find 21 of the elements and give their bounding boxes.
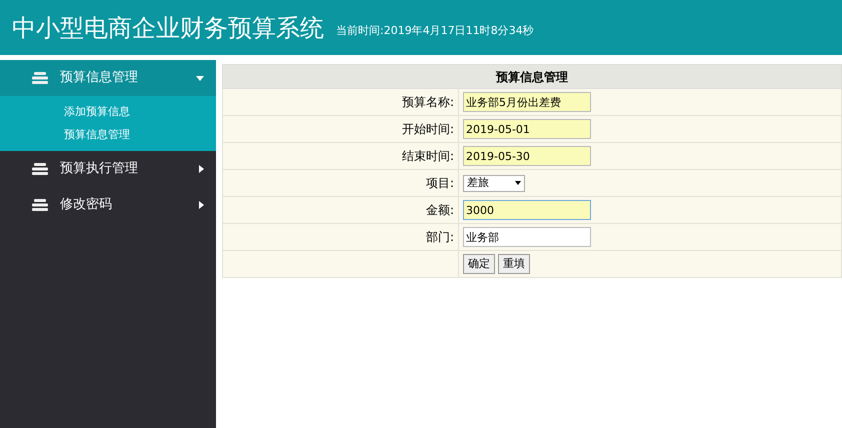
caret-down-icon: [196, 76, 204, 80]
caret-right-icon: [199, 165, 204, 173]
input-field[interactable]: 业务部5月份出差费: [463, 92, 591, 112]
input-field[interactable]: 2019-05-01: [463, 119, 591, 139]
caret-down-icon: [515, 181, 521, 185]
dropdown[interactable]: 差旅: [463, 174, 525, 192]
sidebar-item[interactable]: 预算信息管理: [0, 60, 216, 96]
stack-icon: [32, 163, 48, 175]
stack-icon: [32, 199, 48, 211]
caret-right-icon: [199, 201, 204, 209]
sidebar-item[interactable]: 修改密码: [0, 187, 216, 223]
current-time: 当前时间:2019年4月17日11时8分34秒: [336, 23, 534, 40]
input-field[interactable]: 3000: [463, 200, 591, 220]
app-title: 中小型电商企业财务预算系统: [12, 12, 324, 44]
form-title: 预算信息管理: [222, 64, 842, 88]
input-field[interactable]: 2019-05-30: [463, 146, 591, 166]
form-button[interactable]: 确定: [463, 254, 495, 274]
input-field[interactable]: 业务部: [463, 227, 591, 247]
sidebar-item[interactable]: 预算执行管理: [0, 151, 216, 187]
stack-icon: [32, 72, 48, 84]
form-button[interactable]: 重填: [498, 254, 530, 274]
